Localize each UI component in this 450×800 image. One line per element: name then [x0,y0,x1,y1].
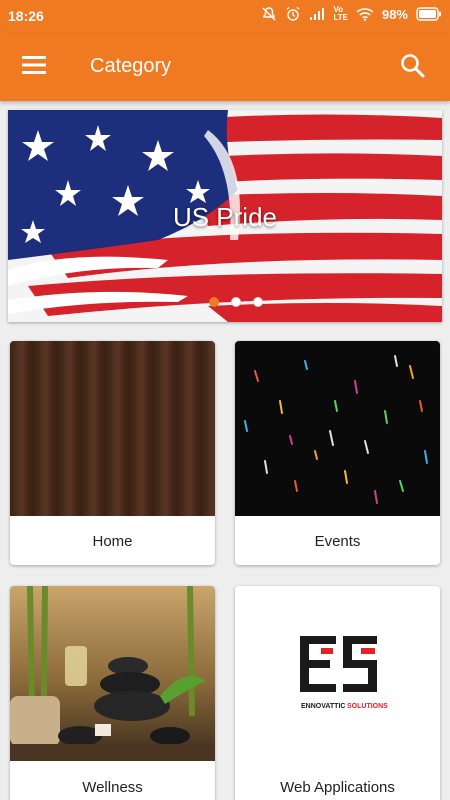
slider-indicator [209,297,263,307]
home-thumbnail [10,341,215,516]
status-icons: Vo LTE 98% [261,6,442,22]
alarm-icon [285,6,301,22]
slider-dot[interactable] [253,297,263,307]
signal-icon [309,7,325,21]
battery-icon [416,7,442,21]
logo-company-first: ENNOVATTIC [301,703,345,710]
banner-slider[interactable]: US Pride [8,110,442,322]
ennovattic-logo: ENNOVATTIC SOLUTIONS [300,636,388,710]
volte-lte-badge: Vo LTE [333,6,348,22]
slider-dot[interactable] [231,297,241,307]
app-bar: Category [0,33,450,101]
search-icon [401,54,425,78]
spa-stones-image [10,586,215,761]
status-bar: 18:26 Vo LTE 98% [0,0,450,33]
confetti-image [244,355,428,504]
category-card-wellness[interactable]: Wellness [10,586,215,800]
category-label: Wellness [82,779,143,796]
page-title: Category [90,55,172,77]
web-applications-thumbnail: ENNOVATTIC SOLUTIONS [235,586,440,761]
battery-percent: 98% [381,6,408,22]
slider-dot-active[interactable] [209,297,219,307]
status-time: 18:26 [8,8,44,24]
category-card-home[interactable]: Home [10,341,215,565]
category-card-events[interactable]: Events [235,341,440,565]
wifi-icon [356,7,374,21]
category-label: Web Applications [280,779,395,796]
menu-button[interactable] [20,53,50,81]
search-button[interactable] [400,53,428,81]
wellness-thumbnail [10,586,215,761]
network-label: LTE [333,13,348,22]
menu-icon [22,56,46,74]
banner-title: US Pride [172,202,278,232]
logo-company-second: SOLUTIONS [347,703,388,710]
category-label: Events [314,533,361,550]
events-thumbnail [235,341,440,516]
category-card-web-applications[interactable]: ENNOVATTIC SOLUTIONS Web Applications [235,586,440,800]
notifications-off-icon [261,6,277,22]
category-label: Home [92,533,133,550]
